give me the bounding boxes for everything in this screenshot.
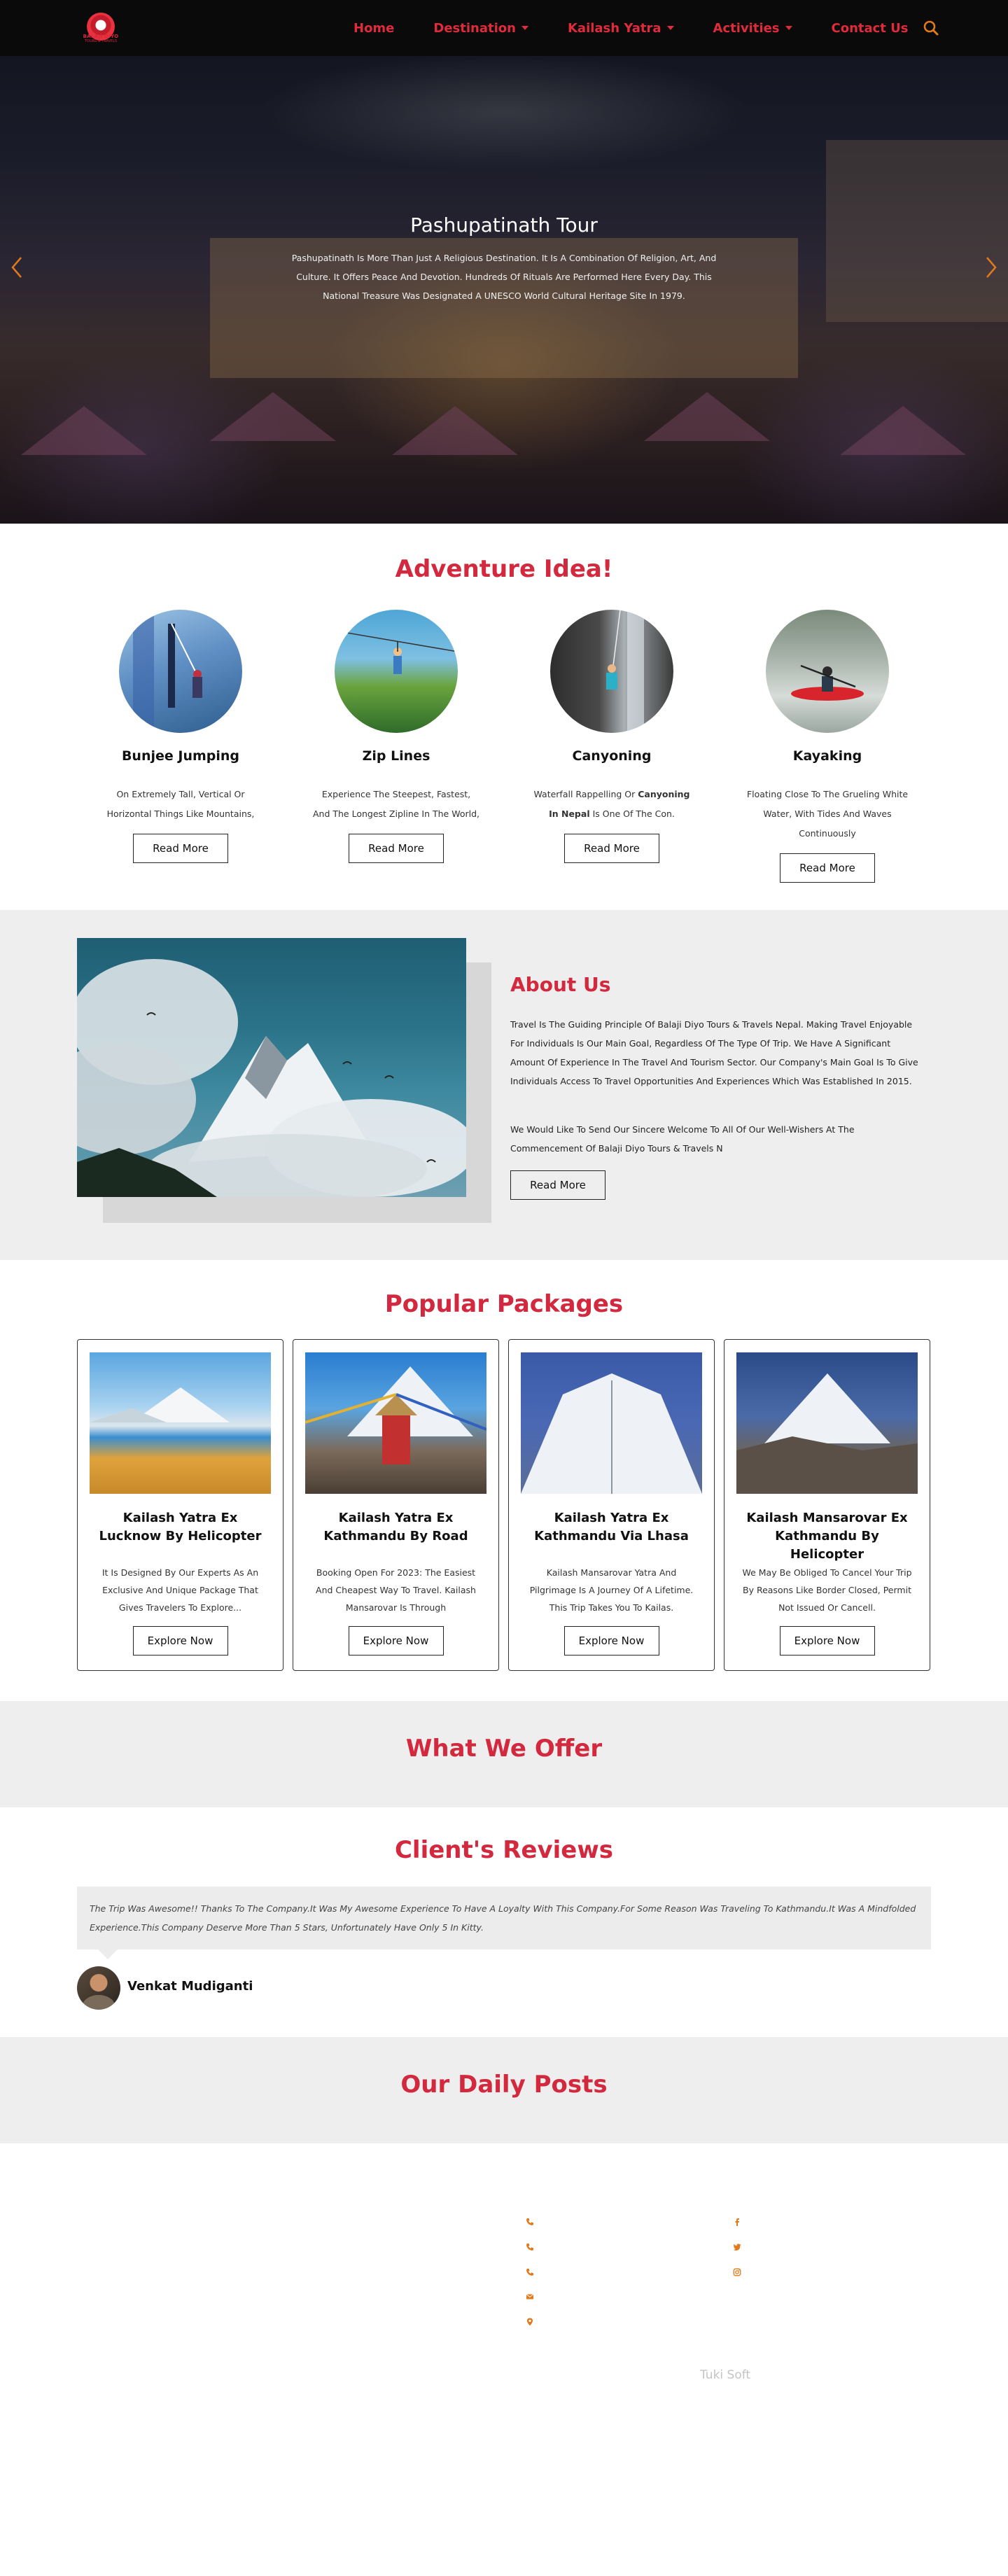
caret-down-icon	[666, 26, 674, 30]
package-name[interactable]: Kailash Yatra Ex Lucknow By Helicopter	[78, 1509, 283, 1546]
adventure-card: Canyoning Waterfall Rappelling Or Canyon…	[514, 610, 710, 863]
canyoning-desc-before: Waterfall Rappelling Or	[533, 789, 638, 799]
offer-section: What We Offer	[0, 1701, 1008, 1807]
adventure-name: Kayaking	[792, 748, 862, 764]
nav-contact-us-label: Contact Us	[831, 20, 909, 36]
packages-title: Popular Packages	[384, 1290, 624, 1318]
hero-description: Pashupatinath Is More Than Just A Religi…	[291, 253, 717, 301]
nav-kailash-yatra-label: Kailash Yatra	[567, 20, 662, 36]
caret-down-icon	[785, 26, 792, 30]
nav-contact-us[interactable]: Contact Us	[832, 21, 909, 36]
package-image	[736, 1352, 918, 1494]
canyoning-image	[550, 610, 673, 733]
about-read-more-button[interactable]: Read More	[510, 1170, 606, 1200]
review-bubble-tail	[98, 1949, 118, 1959]
offer-title: What We Offer	[405, 1735, 603, 1763]
nav-home[interactable]: Home	[354, 21, 394, 36]
avatar	[77, 1966, 120, 2010]
main-nav: Home Destination Kailash Yatra Activitie…	[354, 0, 948, 56]
package-card: Kailash Yatra Ex Lucknow By Helicopter I…	[77, 1339, 284, 1671]
adventure-desc: Floating Close To The Grueling White Wat…	[746, 789, 909, 839]
adventure-desc: On Extremely Tall, Vertical Or Horizonta…	[106, 789, 255, 819]
adventure-desc: Experience The Steepest, Fastest, And Th…	[312, 789, 480, 819]
adventure-card: Bunjee Jumping On Extremely Tall, Vertic…	[83, 610, 279, 863]
explore-now-button[interactable]: Explore Now	[564, 1626, 659, 1656]
logo-name: BALAJI DIYO	[83, 34, 119, 39]
adventure-name: Bunjee Jumping	[121, 748, 240, 764]
package-image	[305, 1352, 486, 1494]
about-section: About Us Travel Is The Guiding Principle…	[0, 910, 1008, 1260]
package-desc: Kailash Mansarovar Yatra And Pilgrimage …	[529, 1567, 694, 1613]
kayaking-image	[766, 610, 889, 733]
package-name[interactable]: Kailash Yatra Ex Kathmandu By Road	[293, 1509, 498, 1546]
adventure-title: Adventure Idea!	[395, 555, 613, 583]
nav-destination-label: Destination	[433, 20, 516, 36]
adventure-card: Kayaking Floating Close To The Grueling …	[729, 610, 925, 883]
package-name[interactable]: Kailash Mansarovar Ex Kathmandu By Helic…	[724, 1509, 930, 1562]
nav-kailash-yatra[interactable]: Kailash Yatra	[568, 21, 674, 36]
reviewer-name: Venkat Mudiganti	[127, 1979, 253, 1994]
nav-destination[interactable]: Destination	[433, 21, 528, 36]
search-icon[interactable]	[921, 18, 941, 38]
package-desc: Booking Open For 2023: The Easiest And C…	[316, 1567, 476, 1613]
instagram-icon[interactable]	[732, 2268, 742, 2278]
map-pin-icon[interactable]	[525, 2318, 535, 2328]
about-paragraph-2: We Would Like To Send Our Sincere Welcom…	[510, 1124, 855, 1154]
package-card: Kailash Yatra Ex Kathmandu By Road Booki…	[293, 1339, 499, 1671]
nav-activities[interactable]: Activities	[713, 21, 792, 36]
phone-icon[interactable]	[525, 2243, 535, 2253]
posts-title: Our Daily Posts	[400, 2071, 608, 2099]
footer-credit[interactable]: Tuki Soft	[700, 2368, 750, 2382]
adventure-card: Zip Lines Experience The Steepest, Faste…	[298, 610, 494, 863]
posts-section: Our Daily Posts	[0, 2037, 1008, 2143]
hero-title: Pashupatinath Tour	[410, 214, 598, 237]
adventure-name: Zip Lines	[362, 748, 430, 764]
zip-lines-image	[335, 610, 458, 733]
twitter-icon[interactable]	[732, 2243, 742, 2253]
caret-down-icon	[521, 26, 528, 30]
canyoning-desc-after: Is One Of The Con.	[589, 808, 675, 819]
explore-now-button[interactable]: Explore Now	[779, 1626, 875, 1656]
chevron-left-icon[interactable]	[8, 253, 25, 281]
envelope-icon[interactable]	[525, 2292, 535, 2302]
about-mountain-image	[77, 938, 466, 1197]
package-name[interactable]: Kailash Yatra Ex Kathmandu Via Lhasa	[509, 1509, 714, 1546]
read-more-button[interactable]: Read More	[780, 853, 875, 883]
nav-activities-label: Activities	[713, 20, 780, 36]
package-image	[90, 1352, 271, 1494]
hero-slider: Pashupatinath Tour Pashupatinath Is More…	[0, 56, 1008, 524]
explore-now-button[interactable]: Explore Now	[132, 1626, 228, 1656]
package-card: Kailash Yatra Ex Kathmandu Via Lhasa Kai…	[508, 1339, 715, 1671]
phone-icon[interactable]	[525, 2268, 535, 2278]
reviews-title: Client's Reviews	[394, 1836, 614, 1864]
package-image	[521, 1352, 702, 1494]
about-paragraph-1: Travel Is The Guiding Principle Of Balaj…	[510, 1019, 918, 1086]
bunjee-jumping-image	[119, 610, 242, 733]
package-desc: We May Be Obliged To Cancel Your Trip By…	[742, 1567, 912, 1613]
adventure-desc: Waterfall Rappelling Or Canyoning In Nep…	[514, 785, 710, 824]
read-more-button[interactable]: Read More	[349, 834, 444, 863]
phone-icon[interactable]	[525, 2218, 535, 2227]
facebook-icon[interactable]	[732, 2218, 742, 2227]
logo-tagline: TOURS & TRAVELS	[84, 39, 118, 43]
chevron-right-icon[interactable]	[983, 253, 1000, 281]
site-header: BALAJI DIYO TOURS & TRAVELS Home Destina…	[0, 0, 1008, 56]
read-more-button[interactable]: Read More	[564, 834, 659, 863]
brand-logo[interactable]: BALAJI DIYO TOURS & TRAVELS	[76, 7, 126, 49]
package-desc: It Is Designed By Our Experts As An Excl…	[102, 1567, 259, 1613]
nav-home-label: Home	[354, 20, 395, 36]
adventure-name: Canyoning	[572, 748, 652, 764]
read-more-button[interactable]: Read More	[133, 834, 228, 863]
explore-now-button[interactable]: Explore Now	[348, 1626, 444, 1656]
review-text: The Trip Was Awesome!! Thanks To The Com…	[77, 1886, 931, 1949]
package-card: Kailash Mansarovar Ex Kathmandu By Helic…	[724, 1339, 930, 1671]
about-title: About Us	[510, 973, 611, 996]
